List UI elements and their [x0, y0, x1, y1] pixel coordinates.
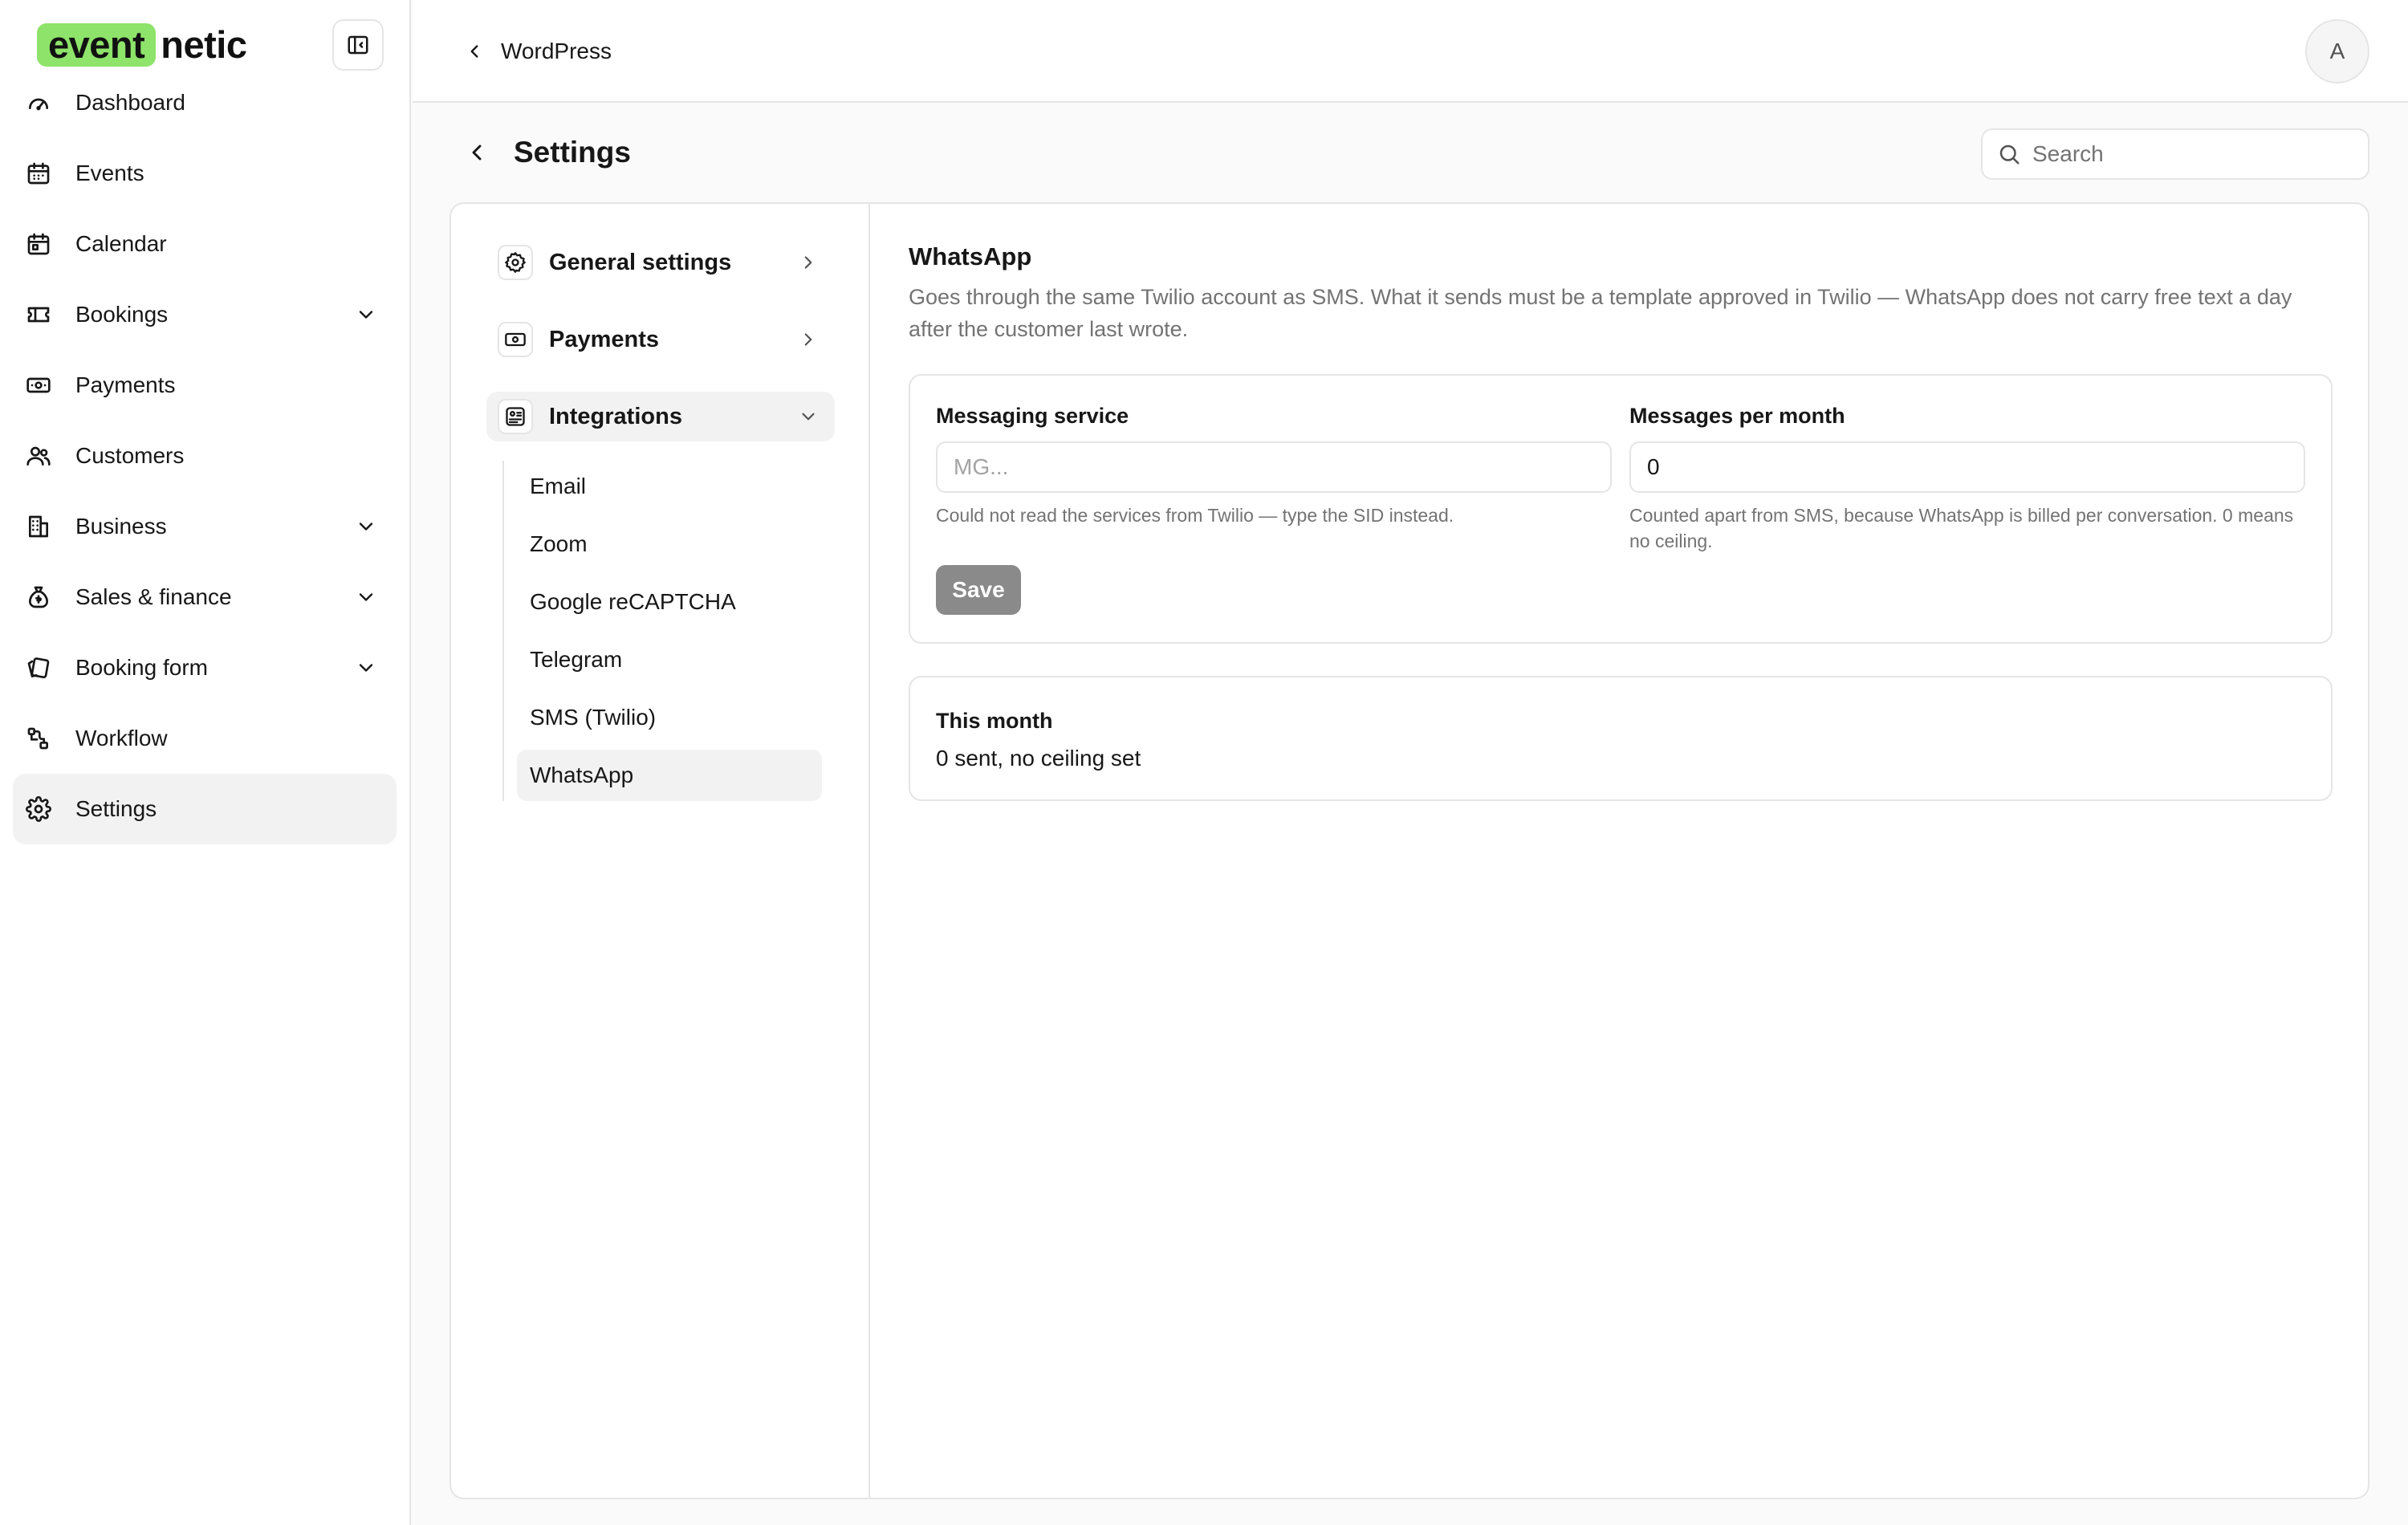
topbar: WordPress A: [413, 0, 2408, 103]
search-icon: [1999, 144, 2020, 165]
cards-icon: [27, 657, 50, 679]
sidebar: event netic Dashboard Events Calendar Bo…: [0, 0, 411, 1525]
sidebar-item-label: Sales & finance: [75, 584, 232, 609]
section-title: WhatsApp: [909, 242, 1032, 270]
field-label: Messages per month: [1629, 404, 1845, 428]
sidebar-item-settings[interactable]: Settings: [13, 774, 397, 844]
ticket-icon: [27, 307, 50, 323]
chevron-right-icon: [804, 256, 812, 269]
brand-logo[interactable]: event netic: [37, 22, 247, 67]
settings-nav-general[interactable]: General settings: [486, 238, 835, 287]
sidebar-item-workflow[interactable]: Workflow: [13, 703, 397, 774]
sidebar-toggle-icon: [348, 35, 368, 55]
sidebar-item-label: Payments: [75, 372, 176, 397]
sidebar-item-dashboard[interactable]: Dashboard: [13, 67, 397, 138]
stats-title: This month: [936, 709, 1053, 733]
logo-mark: event: [37, 23, 157, 67]
gear-icon: [26, 796, 51, 822]
field-help: Could not read the services from Twilio …: [936, 505, 1454, 526]
sidebar-item-label: Workflow: [75, 726, 168, 750]
whatsapp-settings-form: Messaging service Could not read the ser…: [909, 374, 2333, 644]
sidebar-item-label: Dashboard: [75, 90, 185, 115]
search-box[interactable]: [1981, 128, 2369, 180]
whatsapp-section-header: WhatsApp Goes through the same Twilio ac…: [909, 241, 2333, 345]
sidebar-item-label: Customers: [75, 443, 185, 468]
settings-nav-integrations[interactable]: Integrations: [486, 392, 835, 441]
gear-icon: [505, 252, 526, 273]
chevron-right-icon: [804, 333, 812, 346]
settings-nav-label: Integrations: [549, 403, 682, 429]
settings-nav-icon-box: [498, 322, 533, 357]
settings-nav-payments[interactable]: Payments: [486, 315, 835, 364]
sidebar-item-label: Booking form: [75, 655, 208, 680]
avatar[interactable]: A: [2305, 19, 2369, 83]
sidebar-collapse-button[interactable]: [332, 19, 384, 71]
integration-item-telegram[interactable]: Telegram: [517, 634, 822, 685]
sidebar-item-label: Bookings: [75, 302, 169, 327]
settings-nav-icon-box: [498, 245, 533, 280]
chevron-down-icon: [359, 664, 373, 672]
integration-item-sms-twilio[interactable]: SMS (Twilio): [517, 692, 822, 743]
sidebar-item-business[interactable]: Business: [13, 491, 397, 562]
messages-per-month-field: Messages per month Counted apart from SM…: [1629, 401, 2305, 554]
money-bag-icon: [29, 586, 48, 608]
sidebar-item-label: Business: [75, 514, 167, 539]
monthly-usage-card: This month 0 sent, no ceiling set: [909, 676, 2333, 801]
chevron-left-icon: [470, 45, 478, 58]
users-icon: [26, 446, 51, 466]
banknote-icon: [505, 332, 526, 347]
settings-nav-label: Payments: [549, 326, 660, 352]
back-link-label: WordPress: [501, 39, 612, 63]
sidebar-item-label: Events: [75, 161, 144, 185]
integrations-sub-list: Email Zoom Google reCAPTCHA Telegram SMS…: [502, 461, 840, 801]
settings-nav-icon-box: [498, 399, 533, 434]
sidebar-item-label: Settings: [75, 796, 157, 821]
sidebar-item-payments[interactable]: Payments: [13, 350, 397, 421]
page-title: Settings: [514, 136, 631, 169]
integration-item-whatsapp[interactable]: WhatsApp: [517, 750, 822, 801]
field-help: Counted apart from SMS, because WhatsApp…: [1629, 505, 2294, 551]
search-input[interactable]: [2032, 141, 2353, 167]
logo-text: netic: [161, 23, 247, 66]
page-back-button[interactable]: [464, 140, 490, 165]
section-description: Goes through the same Twilio account as …: [909, 285, 2292, 341]
integration-item-zoom[interactable]: Zoom: [517, 518, 822, 570]
sidebar-item-label: Calendar: [75, 231, 167, 256]
settings-nav-label: General settings: [549, 249, 732, 275]
calendar-grid-icon: [27, 233, 50, 255]
save-button[interactable]: Save: [936, 565, 1021, 615]
integrations-icon: [506, 407, 525, 426]
stats-value: 0 sent, no ceiling set: [936, 746, 1141, 771]
settings-panel: General settings Payments Integrations E…: [449, 202, 2369, 1499]
messaging-service-field: Messaging service Could not read the ser…: [936, 401, 1612, 528]
building-icon: [29, 515, 48, 538]
back-to-wordpress-link[interactable]: WordPress: [464, 32, 612, 71]
sidebar-item-events[interactable]: Events: [13, 138, 397, 209]
integration-item-email[interactable]: Email: [517, 461, 822, 512]
chevron-down-icon: [359, 523, 373, 531]
sidebar-item-customers[interactable]: Customers: [13, 421, 397, 491]
sidebar-item-calendar[interactable]: Calendar: [13, 209, 397, 279]
banknote-icon: [26, 377, 51, 393]
integration-item-recaptcha[interactable]: Google reCAPTCHA: [517, 576, 822, 628]
gauge-icon: [29, 98, 48, 111]
main-nav: Dashboard Events Calendar Bookings Payme…: [13, 67, 397, 844]
sidebar-item-booking-form[interactable]: Booking form: [13, 632, 397, 703]
field-label: Messaging service: [936, 404, 1129, 428]
workflow-icon: [27, 727, 48, 750]
chevron-down-icon: [359, 593, 373, 601]
chevron-down-icon: [359, 311, 373, 319]
messaging-service-input[interactable]: [936, 441, 1612, 493]
calendar-icon: [27, 162, 50, 185]
chevron-down-icon: [802, 413, 815, 421]
sidebar-item-bookings[interactable]: Bookings: [13, 279, 397, 350]
messages-per-month-input[interactable]: [1629, 441, 2305, 493]
settings-nav: General settings Payments Integrations E…: [451, 204, 870, 1498]
sidebar-item-sales-finance[interactable]: Sales & finance: [13, 562, 397, 632]
